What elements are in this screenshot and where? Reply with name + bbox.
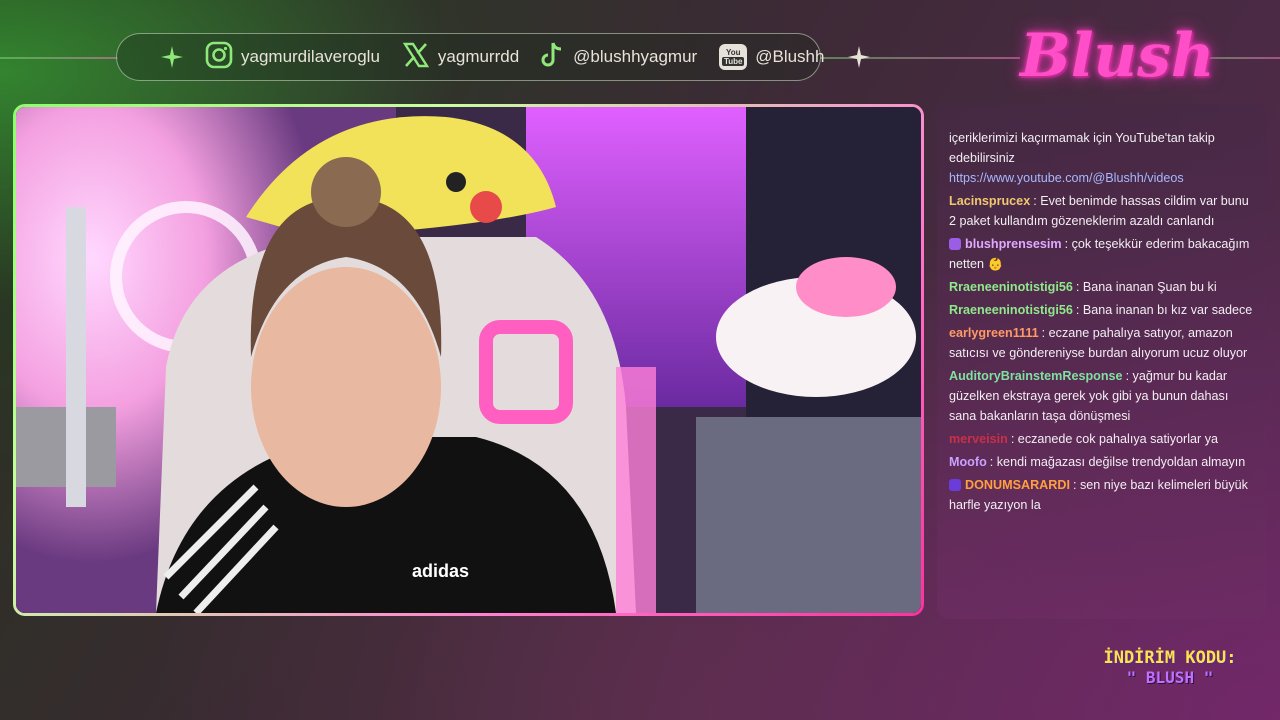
youtube-icon-line1: You [725,48,741,57]
user-badge-icon [949,238,961,250]
social-links-bar: yagmurdilaveroglu yagmurrdd @blushhyagmu… [116,33,871,81]
discount-label: İNDİRİM KODU: [1103,648,1237,668]
social-instagram[interactable]: yagmurdilaveroglu [205,41,380,74]
shirt-logo-text: adidas [412,561,469,581]
chat-username[interactable]: Rraeneeninotistigi56 [949,303,1073,317]
chat-link[interactable]: https://www.youtube.com/@Blushh/videos [949,168,1257,188]
x-handle: yagmurrdd [437,47,520,66]
person-face [251,267,441,507]
youtube-handle: @Blushh [755,47,825,66]
chat-username[interactable]: AuditoryBrainstemResponse [949,369,1123,383]
chat-text: : Bana inanan Şuan bu ki [1075,280,1217,294]
sparkle-icon [161,46,183,68]
chat-message: AuditoryBrainstemResponse: yağmur bu kad… [949,366,1257,426]
discount-code: " BLUSH " [1126,668,1214,687]
webcam-scene: adidas [16,107,921,613]
youtube-icon: You Tube [719,44,748,70]
instagram-icon [205,41,233,74]
webcam-video: adidas [16,107,921,613]
chat-message: Rraeneeninotistigi56: Bana inanan Şuan b… [949,277,1257,297]
blush-logo: Blush [1020,21,1215,91]
chat-text: : eczanede cok pahalıya satiyorlar ya [1010,432,1219,446]
youtube-icon-line2: Tube [722,57,745,66]
chat-message: Rraeneeninotistigi56: Bana inanan bı kız… [949,300,1257,320]
chat-username[interactable]: Moofo [949,455,987,469]
chat-message: earlygreen1111: eczane pahalıya satıyor,… [949,323,1257,363]
user-badge-icon [949,479,961,491]
chat-username[interactable]: DONUMSARARDI [965,478,1070,492]
chat-text: : Bana inanan bı kız var sadece [1075,303,1253,317]
chat-text: : kendi mağazası değilse trendyoldan alm… [989,455,1246,469]
chat-message: DONUMSARARDI: sen niye bazı kelimeleri b… [949,475,1257,515]
chat-message: merveisin: eczanede cok pahalıya satiyor… [949,429,1257,449]
social-x[interactable]: yagmurrdd [402,41,519,74]
chat-text: içeriklerimizi kaçırmamak için YouTube't… [949,131,1215,165]
chat-message: blushprensesim: çok teşekkür ederim baka… [949,234,1257,274]
chat-panel: içeriklerimizi kaçırmamak için YouTube't… [937,104,1267,619]
tiktok-icon [541,41,565,74]
sparkle-icon [848,46,871,68]
social-youtube[interactable]: You Tube @Blushh [719,44,824,70]
social-tiktok[interactable]: @blushhyagmur [541,41,697,74]
chat-username[interactable]: earlygreen1111 [949,326,1039,340]
chat-message: Moofo: kendi mağazası değilse trendyolda… [949,452,1257,472]
chat-messages: içeriklerimizi kaçırmamak için YouTube't… [949,128,1257,515]
chat-message: içeriklerimizi kaçırmamak için YouTube't… [949,128,1257,188]
instagram-handle: yagmurdilaveroglu [241,47,380,66]
chat-username[interactable]: blushprensesim [965,237,1062,251]
chat-message: Lacinsprucex: Evet benimde hassas cildim… [949,191,1257,231]
webcam-frame: adidas [13,104,924,616]
tiktok-handle: @blushhyagmur [573,47,698,66]
chat-username[interactable]: merveisin [949,432,1008,446]
header-divider-left [0,57,118,59]
x-icon [402,41,430,74]
discount-code-box: İNDİRİM KODU: " BLUSH " [1080,648,1260,708]
chat-username[interactable]: Rraeneeninotistigi56 [949,280,1073,294]
chat-username[interactable]: Lacinsprucex [949,194,1030,208]
